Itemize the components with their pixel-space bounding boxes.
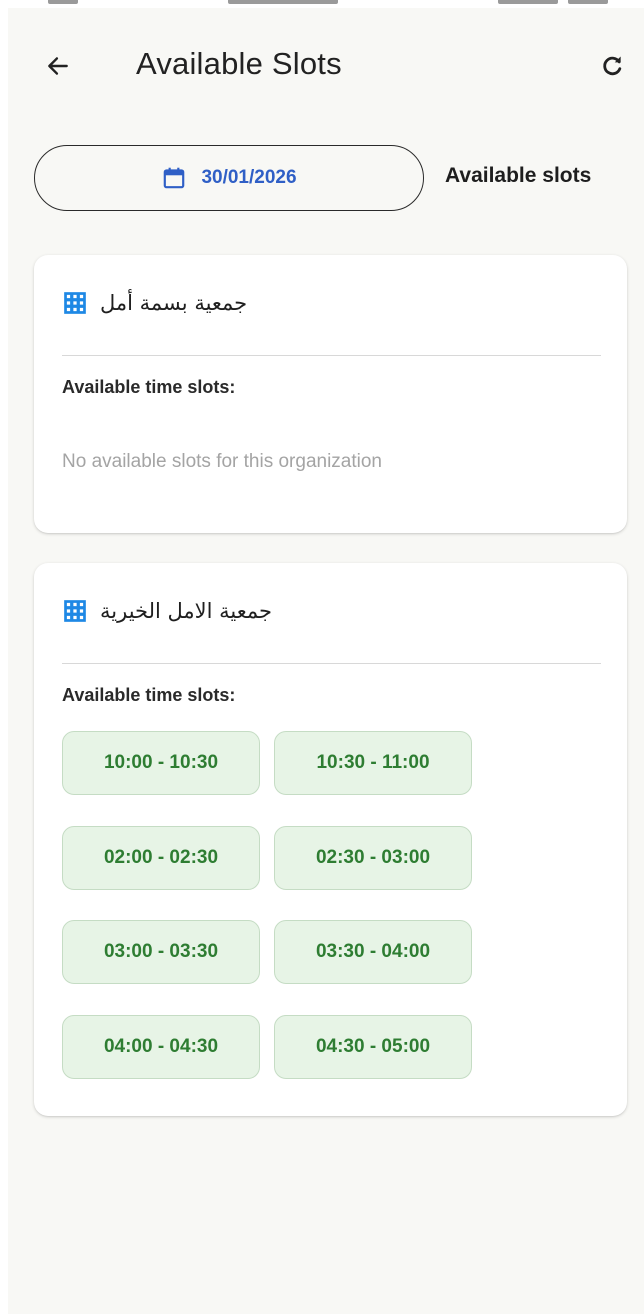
time-slot-button[interactable]: 10:00 - 10:30: [62, 731, 260, 795]
divider: [62, 663, 601, 664]
arrow-left-icon: [48, 57, 68, 75]
organization-name: جمعية الامل الخيرية: [100, 599, 272, 623]
divider: [62, 355, 601, 356]
empty-slots-message: No available slots for this organization: [62, 451, 383, 472]
screen: Available Slots 30/01/2026 Available slo…: [0, 0, 644, 1314]
refresh-icon: [603, 56, 622, 76]
page-title: Available Slots: [136, 46, 342, 81]
time-slots-label: Available time slots:: [62, 377, 236, 397]
status-bar: [8, 0, 644, 8]
organization-card: جمعية الامل الخيرية Available time slots…: [34, 563, 627, 1116]
building-icon: [64, 600, 86, 622]
time-slot-button[interactable]: 04:00 - 04:30: [62, 1015, 260, 1079]
back-button[interactable]: [38, 46, 78, 86]
time-slot-button[interactable]: 10:30 - 11:00: [274, 731, 472, 795]
time-slot-button[interactable]: 03:00 - 03:30: [62, 920, 260, 984]
app-bar: Available Slots: [8, 28, 644, 104]
time-slot-button[interactable]: 02:30 - 03:00: [274, 826, 472, 890]
organization-header: جمعية بسمة أمل: [62, 285, 247, 321]
time-slot-button[interactable]: 02:00 - 02:30: [62, 826, 260, 890]
refresh-button[interactable]: [592, 46, 632, 86]
time-slot-button[interactable]: 03:30 - 04:00: [274, 920, 472, 984]
organization-name: جمعية بسمة أمل: [100, 291, 248, 315]
section-title: Available slots: [445, 164, 592, 187]
building-icon: [64, 292, 86, 314]
organization-header: جمعية الامل الخيرية: [62, 593, 272, 629]
organization-card: جمعية بسمة أمل Available time slots: No …: [34, 255, 627, 533]
time-slot-button[interactable]: 04:30 - 05:00: [274, 1015, 472, 1079]
selected-date: 30/01/2026: [201, 167, 297, 188]
frame-edge: [0, 0, 8, 1314]
date-picker-button[interactable]: 30/01/2026: [34, 145, 424, 211]
calendar-icon: [164, 167, 185, 189]
time-slots-label: Available time slots:: [62, 685, 236, 705]
